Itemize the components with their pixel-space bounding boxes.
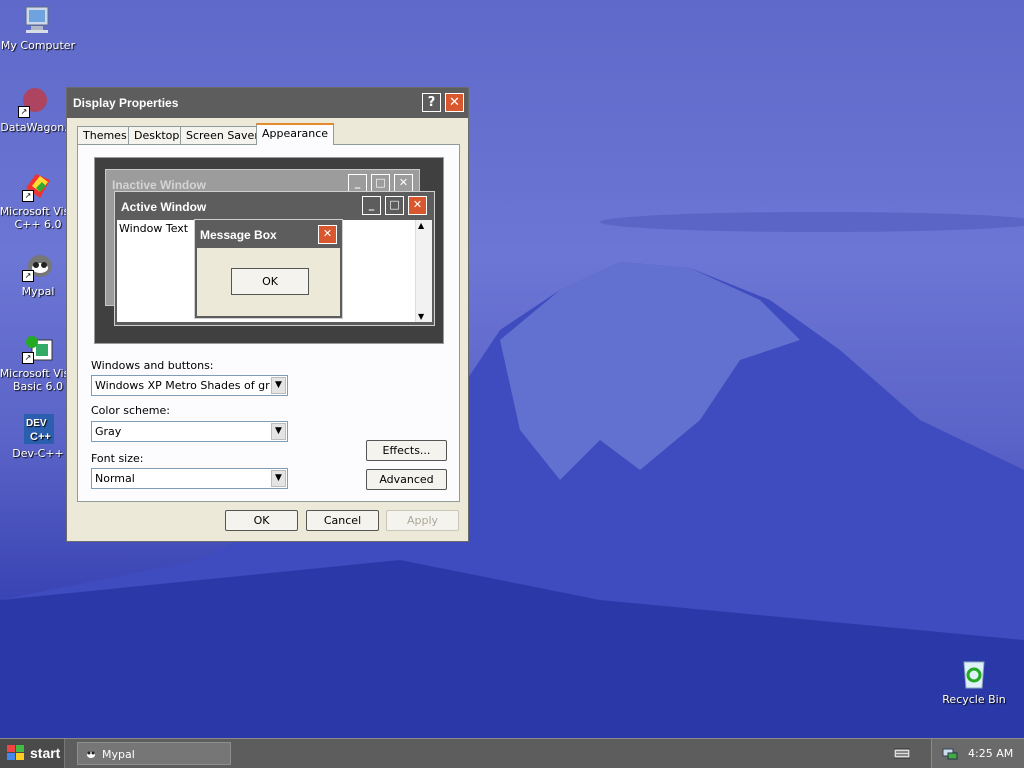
tab-themes[interactable]: Themes: [77, 126, 133, 144]
color-scheme-select[interactable]: Gray ▼: [91, 421, 288, 442]
my-computer-icon: [22, 4, 54, 36]
preview-msgbox-title: Message Box: [200, 228, 277, 242]
preview-scrollbar: ▲ ▼: [415, 220, 432, 322]
start-label: start: [30, 745, 61, 761]
svg-text:C++: C++: [30, 431, 51, 443]
windows-buttons-select[interactable]: Windows XP Metro Shades of gray s ▼: [91, 375, 288, 396]
apply-button[interactable]: Apply: [386, 510, 459, 531]
shortcut-arrow-icon: ↗: [22, 270, 34, 282]
chevron-down-icon[interactable]: ▼: [271, 377, 286, 394]
network-icon[interactable]: [942, 745, 958, 764]
windows-buttons-value: Windows XP Metro Shades of gray s: [95, 379, 270, 392]
chevron-down-icon[interactable]: ▼: [271, 423, 286, 440]
close-icon: ✕: [318, 225, 337, 244]
advanced-button[interactable]: Advanced: [366, 469, 447, 490]
font-size-select[interactable]: Normal ▼: [91, 468, 288, 489]
color-scheme-label: Color scheme:: [91, 404, 170, 417]
appearance-panel: Inactive Window _ □ ✕ Active Window _ □ …: [77, 144, 460, 502]
preview-msgbox-ok: OK: [231, 268, 309, 295]
mypal-icon: ↗: [22, 250, 54, 282]
preview-window-text: Window Text: [119, 222, 189, 235]
start-button[interactable]: start: [0, 739, 65, 768]
scroll-up-icon: ▲: [418, 221, 425, 230]
minimize-icon: _: [362, 196, 381, 215]
close-icon: ✕: [408, 196, 427, 215]
tab-screen-saver[interactable]: Screen Saver: [180, 126, 265, 144]
desktop-icon-datawagon[interactable]: ↗ DataWagon.: [0, 86, 74, 134]
clock[interactable]: 4:25 AM: [968, 747, 1013, 760]
visual-basic-icon: ↗: [22, 332, 54, 364]
taskbar-item-mypal[interactable]: Mypal: [77, 742, 231, 765]
desktop-icon-label: DataWagon.: [0, 121, 68, 134]
preview-message-box: Message Box ✕ OK: [194, 219, 343, 319]
shortcut-arrow-icon: ↗: [18, 106, 30, 118]
color-scheme-value: Gray: [95, 425, 122, 438]
shortcut-arrow-icon: ↗: [22, 190, 34, 202]
desktop-icon-label: Recycle Bin: [942, 693, 1006, 706]
shortcut-arrow-icon: ↗: [22, 352, 34, 364]
visual-cpp-icon: ↗: [22, 170, 54, 202]
tab-desktop[interactable]: Desktop: [128, 126, 186, 144]
display-properties-dialog: Display Properties ? ✕ Themes Desktop Sc…: [66, 87, 469, 542]
maximize-icon: □: [385, 196, 404, 215]
svg-text:DEV: DEV: [26, 418, 47, 429]
desktop-icon-recycle-bin[interactable]: Recycle Bin: [934, 658, 1014, 706]
chevron-down-icon[interactable]: ▼: [271, 470, 286, 487]
devcpp-icon: DEV C++: [22, 412, 54, 444]
mypal-icon: [83, 746, 99, 765]
font-size-value: Normal: [95, 472, 135, 485]
preview-msgbox-client: OK: [197, 248, 340, 316]
system-tray: 4:25 AM: [931, 739, 1024, 768]
help-button[interactable]: ?: [422, 93, 441, 112]
taskbar: start Mypal 4:25 AM: [0, 738, 1024, 768]
dialog-title: Display Properties: [73, 96, 179, 110]
taskbar-item-label: Mypal: [102, 748, 135, 761]
keyboard-icon[interactable]: [893, 747, 911, 762]
datawagon-icon: ↗: [18, 86, 50, 118]
effects-button[interactable]: Effects...: [366, 440, 447, 461]
windows-logo-icon: [7, 745, 25, 764]
desktop-icon-label: My Computer: [0, 39, 76, 52]
close-button[interactable]: ✕: [445, 93, 464, 112]
tab-appearance[interactable]: Appearance: [256, 123, 335, 145]
appearance-preview: Inactive Window _ □ ✕ Active Window _ □ …: [94, 157, 444, 344]
preview-active-title: Active Window: [121, 200, 207, 214]
preview-inactive-title: Inactive Window: [112, 178, 206, 192]
recycle-bin-icon: [958, 658, 990, 690]
font-size-label: Font size:: [91, 452, 144, 465]
cancel-button[interactable]: Cancel: [306, 510, 379, 531]
desktop-icon-my-computer[interactable]: My Computer: [0, 4, 78, 52]
windows-buttons-label: Windows and buttons:: [91, 359, 214, 372]
dialog-titlebar[interactable]: Display Properties ? ✕: [67, 88, 468, 118]
ok-button[interactable]: OK: [225, 510, 298, 531]
scroll-down-icon: ▼: [418, 312, 425, 321]
